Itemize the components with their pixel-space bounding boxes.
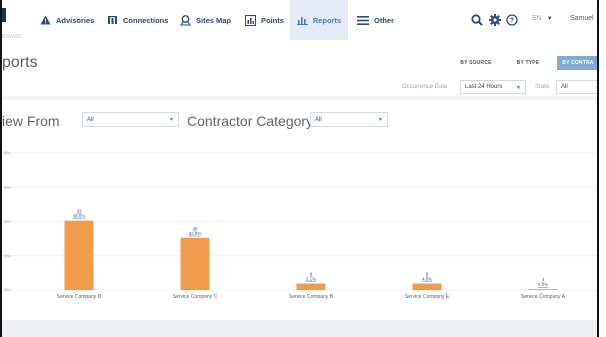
chevron-down-icon: ▼ bbox=[516, 85, 521, 91]
reports-chart-icon bbox=[296, 17, 308, 25]
top-navigation: Advisories Connections Sites Map Points … bbox=[2, 0, 599, 41]
chevron-down-icon: ▼ bbox=[169, 117, 174, 123]
by-type-toggle[interactable]: BY TYPE bbox=[509, 56, 547, 70]
bar-percent-label: 3.1% bbox=[306, 276, 316, 281]
x-category-label: Service Company D bbox=[57, 294, 102, 300]
page-title: ports bbox=[2, 54, 38, 71]
bar-percent-label: 4.8% bbox=[422, 276, 432, 281]
x-category-label: Service Company A bbox=[521, 294, 566, 300]
y-tick-label: 6% bbox=[4, 185, 11, 190]
map-pin-icon bbox=[180, 14, 191, 26]
page-header: ports BY SOURCE BY TYPE BY CONTRA Occurr… bbox=[2, 40, 599, 96]
svg-text:?: ? bbox=[510, 18, 514, 25]
chart-card: iew From All ▼ Contractor Category All ▼… bbox=[2, 100, 599, 320]
y-tick-label: 2% bbox=[4, 253, 11, 258]
gear-icon[interactable] bbox=[489, 14, 501, 26]
nav-logo-fragment bbox=[2, 8, 6, 22]
language-selector[interactable]: EN ▼ bbox=[532, 15, 553, 22]
user-menu[interactable]: Samuel bbox=[570, 15, 594, 22]
by-source-toggle[interactable]: BY SOURCE bbox=[454, 56, 498, 70]
state-label: State bbox=[535, 84, 550, 90]
y-tick-label: 4% bbox=[4, 219, 11, 224]
state-select[interactable]: All bbox=[556, 80, 599, 94]
nav-connections[interactable]: Connections bbox=[107, 0, 168, 40]
state-value: All bbox=[561, 84, 568, 90]
nav-other-label: Other bbox=[374, 15, 395, 25]
bar bbox=[296, 283, 326, 290]
by-contractor-toggle[interactable]: BY CONTRA bbox=[557, 56, 599, 70]
menu-icon bbox=[357, 15, 369, 25]
nav-sites-map[interactable]: Sites Map bbox=[180, 0, 231, 40]
nav-points[interactable]: Points bbox=[245, 0, 284, 40]
contractor-category-select[interactable]: All ▼ bbox=[310, 112, 388, 127]
help-icon[interactable]: ? bbox=[506, 14, 518, 26]
window-edge bbox=[597, 0, 599, 337]
points-chart-icon bbox=[245, 14, 256, 26]
nav-advisories-label: Advisories bbox=[56, 15, 95, 25]
bar-percent-label: 0.0% bbox=[538, 282, 548, 287]
y-tick-label: 0% bbox=[4, 288, 11, 293]
x-category-label: Service Company B bbox=[289, 294, 334, 300]
x-category-label: Service Company C bbox=[173, 294, 218, 300]
bar bbox=[64, 220, 94, 290]
y-tick-label: 8% bbox=[4, 151, 11, 156]
bar bbox=[528, 289, 558, 290]
bottom-panel bbox=[2, 320, 599, 337]
view-from-select[interactable]: All ▼ bbox=[82, 112, 179, 127]
bar bbox=[412, 283, 442, 290]
language-value: EN bbox=[532, 15, 542, 22]
occurrence-date-value: Last 24 Hours bbox=[465, 84, 503, 90]
connections-icon bbox=[108, 16, 117, 24]
occurrence-date-label: Occurrence Date bbox=[402, 84, 448, 90]
bar-percent-label: 38.8% bbox=[73, 214, 86, 219]
nav-reports[interactable]: Reports bbox=[290, 0, 348, 40]
chevron-down-icon: ▼ bbox=[378, 117, 383, 123]
nav-advisories[interactable]: Advisories bbox=[40, 0, 94, 40]
warning-icon bbox=[40, 15, 51, 25]
contractor-category-value: All bbox=[315, 116, 322, 123]
contractor-category-label: Contractor Category bbox=[187, 113, 314, 129]
bar bbox=[180, 237, 210, 290]
x-category-label: Service Company E bbox=[405, 294, 450, 300]
search-icon[interactable] bbox=[471, 14, 483, 26]
view-from-label: iew From bbox=[2, 113, 60, 129]
nav-other[interactable]: Other bbox=[357, 0, 394, 40]
nav-reports-label: Reports bbox=[312, 15, 342, 25]
nav-points-label: Points bbox=[261, 15, 284, 25]
app-window: Advisories Connections Sites Map Points … bbox=[0, 0, 599, 337]
chevron-down-icon: ▼ bbox=[546, 16, 553, 22]
occurrence-date-select[interactable]: Last 24 Hours ▼ bbox=[460, 80, 526, 94]
nav-connections-label: Connections bbox=[123, 15, 169, 25]
bar-percent-label: 32.9% bbox=[189, 231, 202, 236]
bar-chart: 8%6%4%2%0%3338.8%Service Company D4632.9… bbox=[2, 151, 599, 300]
nav-sites-map-label: Sites Map bbox=[196, 15, 232, 25]
view-from-value: All bbox=[87, 116, 94, 123]
